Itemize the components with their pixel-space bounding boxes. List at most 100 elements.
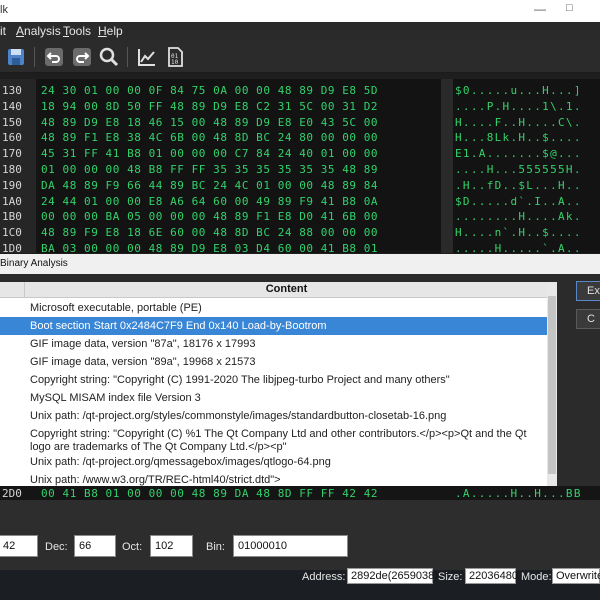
hex-bytes[interactable]: 18 94 00 8D 50 FF 48 89 D9 E8 C2 31 5C 0…	[41, 100, 378, 113]
analysis-table[interactable]: Content Microsoft executable, portable (…	[0, 282, 547, 486]
table-row[interactable]: Microsoft executable, portable (PE)	[0, 299, 547, 317]
hex-ascii[interactable]: H....n`.H..$....	[455, 226, 582, 239]
undo-icon[interactable]	[42, 45, 66, 69]
hex-address: 150	[2, 115, 22, 129]
table-row[interactable]: GIF image data, version "87a", 18176 x 1…	[0, 335, 547, 353]
row-index-cell[interactable]	[0, 317, 25, 335]
row-index-cell[interactable]	[0, 407, 25, 425]
hex-ascii[interactable]: H...8Lk.H..$....	[455, 131, 582, 144]
row-content-cell[interactable]: GIF image data, version "87a", 18176 x 1…	[30, 338, 540, 351]
menu-bar: it Analysis Tools Help	[0, 22, 600, 41]
hex-row[interactable]: 140 18 94 00 8D 50 FF 48 89 D9 E8 C2 31 5…	[0, 98, 600, 115]
row-index-cell[interactable]	[0, 299, 25, 317]
hex-address: 1A0	[2, 194, 22, 208]
save-icon[interactable]	[4, 45, 28, 69]
size-field[interactable]: 22036480	[465, 568, 518, 584]
hex-bytes[interactable]: 01 00 00 00 48 B8 FF FF 35 35 35 35 35 3…	[41, 163, 378, 176]
row-content-cell[interactable]: MySQL MISAM index file Version 3	[30, 392, 540, 405]
menu-analysis[interactable]: Analysis	[16, 24, 61, 38]
table-scrollbar[interactable]	[547, 282, 557, 486]
hex-row[interactable]: 1A0 24 44 01 00 00 E8 A6 64 60 00 49 89 F…	[0, 193, 600, 210]
hex-bytes[interactable]: 00 00 00 BA 05 00 00 00 48 89 F1 E8 D0 4…	[41, 210, 378, 223]
hex-bytes[interactable]: DA 48 89 F9 66 44 89 BC 24 4C 01 00 00 4…	[41, 179, 378, 192]
binary-file-icon[interactable]: 01 10	[163, 45, 187, 69]
table-row[interactable]: MySQL MISAM index file Version 3	[0, 389, 547, 407]
bin-value-field[interactable]: 01000010	[233, 535, 348, 557]
row-content-cell[interactable]: Copyright string: "Copyright (C) 1991-20…	[30, 374, 540, 387]
hex-ascii[interactable]: ....H...555555H.	[455, 163, 582, 176]
dock-title-bar[interactable]: Binary Analysis	[0, 254, 600, 274]
extract-button[interactable]: Ext	[576, 281, 600, 301]
menu-help[interactable]: Help	[98, 24, 123, 38]
hex-row-lower[interactable]: 2D0 00 41 B8 01 00 00 00 48 89 DA 48 8D …	[0, 486, 600, 500]
table-row[interactable]: Unix path: /qt-project.org/styles/common…	[0, 407, 547, 425]
hex-ascii[interactable]: .H..fD..$L...H..	[455, 179, 582, 192]
hex-row[interactable]: 190 DA 48 89 F9 66 44 89 BC 24 4C 01 00 0…	[0, 177, 600, 194]
row-index-cell[interactable]	[0, 353, 25, 371]
search-icon[interactable]	[97, 45, 121, 69]
chart-icon[interactable]	[135, 45, 159, 69]
row-content-cell[interactable]: Boot section Start 0x2484C7F9 End 0x140 …	[30, 320, 540, 333]
table-row[interactable]: Copyright string: "Copyright (C) 1991-20…	[0, 371, 547, 389]
hex-row[interactable]: 180 01 00 00 00 48 B8 FF FF 35 35 35 35 3…	[0, 161, 600, 178]
row-index-cell[interactable]	[0, 425, 25, 453]
hex-ascii[interactable]: $0.....u...H...]	[455, 84, 582, 97]
maximize-icon[interactable]: □	[566, 2, 573, 14]
minimize-icon[interactable]: —	[534, 2, 546, 16]
hex-editor[interactable]: 130 24 30 01 00 00 0F 84 75 0A 00 00 48 8…	[0, 79, 600, 255]
row-content-cell[interactable]: Microsoft executable, portable (PE)	[30, 302, 540, 315]
hex-row[interactable]: 160 48 89 F1 E8 38 4C 6B 00 48 8D BC 24 8…	[0, 129, 600, 146]
hex-bytes[interactable]: 48 89 F1 E8 38 4C 6B 00 48 8D BC 24 80 0…	[41, 131, 378, 144]
menu-edit[interactable]: it	[0, 24, 6, 38]
table-row[interactable]: Copyright string: "Copyright (C) %1 The …	[0, 425, 547, 453]
scrollbar-thumb[interactable]	[548, 296, 556, 474]
hex-ascii[interactable]: ....P.H....1\.1.	[455, 100, 582, 113]
hex-bytes[interactable]: 48 89 D9 E8 18 46 15 00 48 89 D9 E8 E0 4…	[41, 116, 378, 129]
menu-tools[interactable]: Tools	[63, 24, 91, 38]
row-index-cell[interactable]	[0, 371, 25, 389]
row-index-cell[interactable]	[0, 389, 25, 407]
row-index-cell[interactable]	[0, 471, 25, 486]
close-button[interactable]: C	[576, 309, 600, 329]
hex-ascii[interactable]: E1.A.......$@...	[455, 147, 582, 160]
svg-text:10: 10	[171, 59, 179, 66]
row-content-cell[interactable]: Copyright string: "Copyright (C) %1 The …	[30, 428, 540, 454]
header-col-0[interactable]	[0, 282, 25, 298]
row-index-cell[interactable]	[0, 453, 25, 471]
row-content-cell[interactable]: Unix path: /qt-project.org/styles/common…	[30, 410, 540, 423]
table-row[interactable]: Boot section Start 0x2484C7F9 End 0x140 …	[0, 317, 547, 335]
hex-bytes[interactable]: 48 89 F9 E8 18 6E 60 00 48 8D BC 24 88 0…	[41, 226, 378, 239]
hex-bytes[interactable]: 24 30 01 00 00 0F 84 75 0A 00 00 48 89 D…	[41, 84, 378, 97]
hex-bytes[interactable]: 45 31 FF 41 B8 01 00 00 00 C7 84 24 40 0…	[41, 147, 378, 160]
table-row[interactable]: GIF image data, version "89a", 19968 x 2…	[0, 353, 547, 371]
toolbar: 01 10	[0, 41, 600, 73]
oct-value-field[interactable]: 102	[150, 535, 193, 557]
row-content-cell[interactable]: GIF image data, version "89a", 19968 x 2…	[30, 356, 540, 369]
row-content-cell[interactable]: Unix path: /www.w3.org/TR/REC-html40/str…	[30, 474, 540, 486]
redo-icon[interactable]	[70, 45, 94, 69]
hex-row[interactable]: 1B0 00 00 00 BA 05 00 00 00 48 89 F1 E8 D…	[0, 208, 600, 225]
hex-value-field[interactable]: 42	[0, 535, 38, 557]
oct-label: Oct:	[122, 541, 143, 553]
hex-address: 160	[2, 131, 22, 145]
address-field[interactable]: 2892de(2659038)	[347, 568, 438, 584]
row-content-cell[interactable]: Unix path: /qt-project.org/qmessagebox/i…	[30, 456, 540, 469]
hex-row[interactable]: 130 24 30 01 00 00 0F 84 75 0A 00 00 48 8…	[0, 82, 600, 99]
hex-bytes[interactable]: 00 41 B8 01 00 00 00 48 89 DA 48 8D FF F…	[41, 487, 378, 500]
hex-ascii[interactable]: ........H....Ak.	[455, 210, 582, 223]
table-row[interactable]: Unix path: /qt-project.org/qmessagebox/i…	[0, 453, 547, 471]
table-row[interactable]: Unix path: /www.w3.org/TR/REC-html40/str…	[0, 471, 547, 486]
hex-address: 130	[2, 84, 22, 97]
hex-row[interactable]: 170 45 31 FF 41 B8 01 00 00 00 C7 84 24 4…	[0, 145, 600, 162]
hex-bytes[interactable]: 24 44 01 00 00 E8 A6 64 60 00 49 89 F9 4…	[41, 195, 378, 208]
mode-field[interactable]: Overwrite	[552, 568, 600, 584]
hex-row[interactable]: 150 48 89 D9 E8 18 46 15 00 48 89 D9 E8 E…	[0, 114, 600, 131]
header-content[interactable]: Content	[26, 283, 547, 295]
hex-row[interactable]: 1C0 48 89 F9 E8 18 6E 60 00 48 8D BC 24 8…	[0, 224, 600, 241]
hex-ascii[interactable]: $D.....d`.I..A..	[455, 195, 582, 208]
hex-ascii[interactable]: .A.....H..H...BB	[455, 487, 582, 500]
hex-ascii[interactable]: H....F..H....C\.	[455, 116, 582, 129]
dec-value-field[interactable]: 66	[74, 535, 116, 557]
hex-address: 2D0	[2, 487, 22, 500]
row-index-cell[interactable]	[0, 335, 25, 353]
